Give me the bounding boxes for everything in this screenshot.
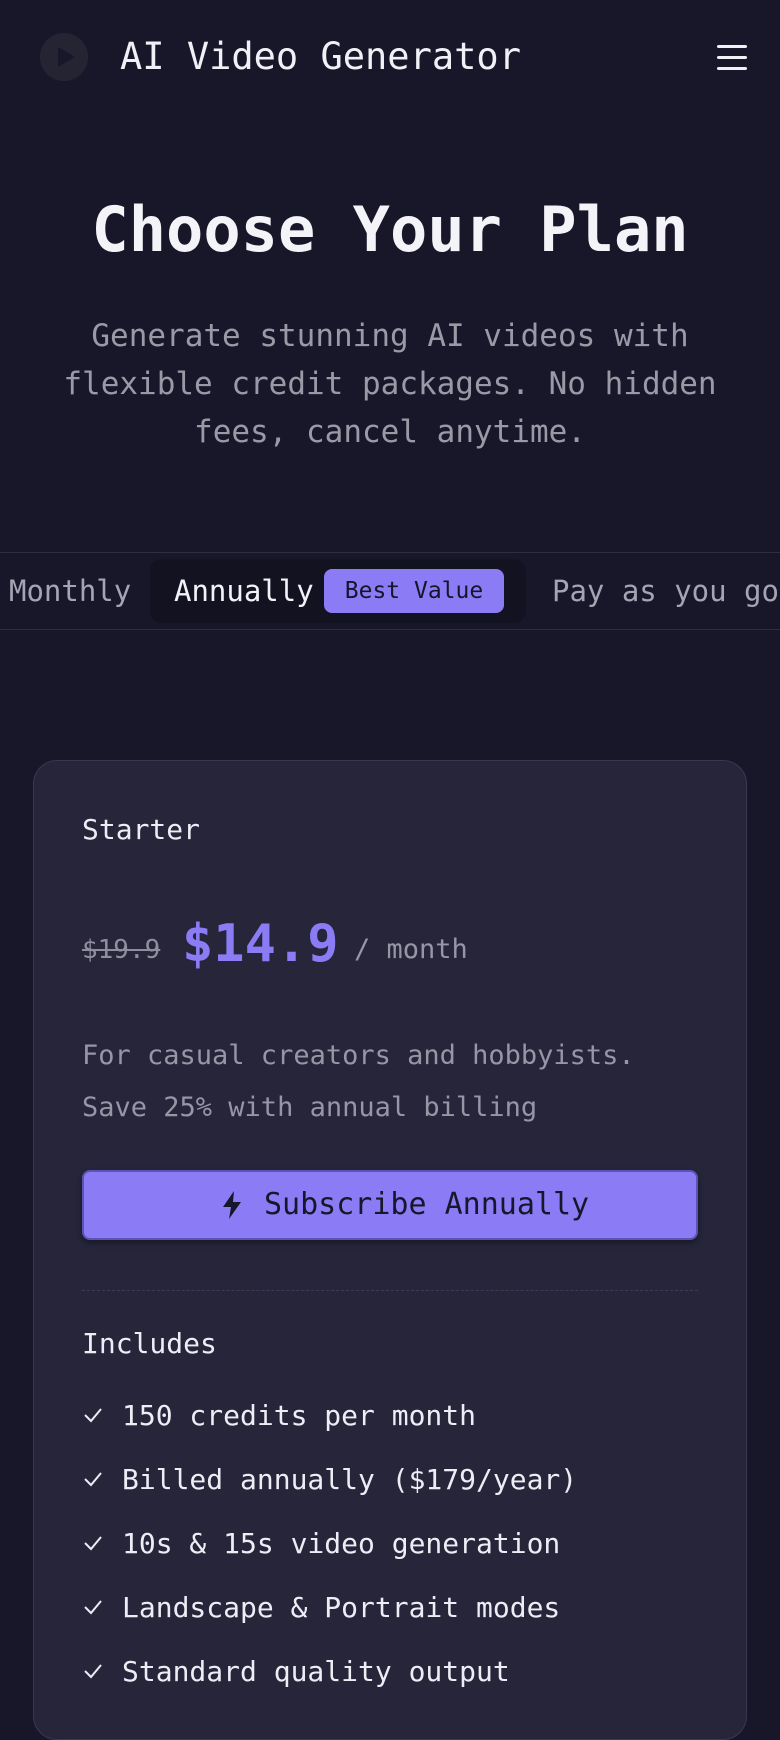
check-icon — [84, 1536, 102, 1551]
billing-tabs: Monthly Annually Best Value Pay as you g… — [0, 552, 780, 630]
feature-text: Billed annually ($179/year) — [122, 1463, 578, 1496]
plan-description: For casual creators and hobbyists. Save … — [82, 1030, 635, 1134]
feature-text: 10s & 15s video generation — [122, 1527, 561, 1560]
discounted-price: $14.9 — [182, 914, 339, 974]
tab-annually-label: Annually — [174, 574, 314, 608]
tab-monthly[interactable]: Monthly — [9, 553, 131, 629]
lightning-bolt-icon — [223, 1191, 241, 1219]
includes-heading: Includes — [82, 1327, 217, 1360]
tab-pay-as-you-go[interactable]: Pay as you go — [552, 553, 779, 629]
check-icon — [84, 1408, 102, 1423]
feature-text: Standard quality output — [122, 1655, 510, 1688]
check-icon — [84, 1600, 102, 1615]
plan-name: Starter — [82, 813, 201, 846]
plan-description-line-1: For casual creators and hobbyists. — [82, 1040, 635, 1071]
play-icon[interactable] — [40, 33, 88, 81]
hamburger-menu-icon[interactable] — [712, 38, 752, 78]
plan-description-line-2: Save 25% with annual billing — [82, 1092, 538, 1123]
subscribe-button-label: Subscribe Annually — [264, 1187, 590, 1222]
tab-annually[interactable]: Annually Best Value — [150, 559, 526, 623]
subscribe-annually-button[interactable]: Subscribe Annually — [82, 1170, 698, 1240]
app-title: AI Video Generator — [120, 35, 521, 78]
original-price: $19.9 — [82, 935, 161, 965]
page-title: Choose Your Plan — [91, 193, 689, 266]
best-value-badge: Best Value — [324, 569, 504, 613]
check-icon — [84, 1472, 102, 1487]
price-period: / month — [354, 934, 468, 965]
feature-text: 150 credits per month — [122, 1399, 477, 1432]
app-header: AI Video Generator — [0, 0, 780, 116]
page-subtitle: Generate stunning AI videos with flexibl… — [63, 318, 717, 450]
feature-text: Landscape & Portrait modes — [122, 1591, 561, 1624]
check-icon — [84, 1664, 102, 1679]
card-divider — [82, 1290, 698, 1291]
